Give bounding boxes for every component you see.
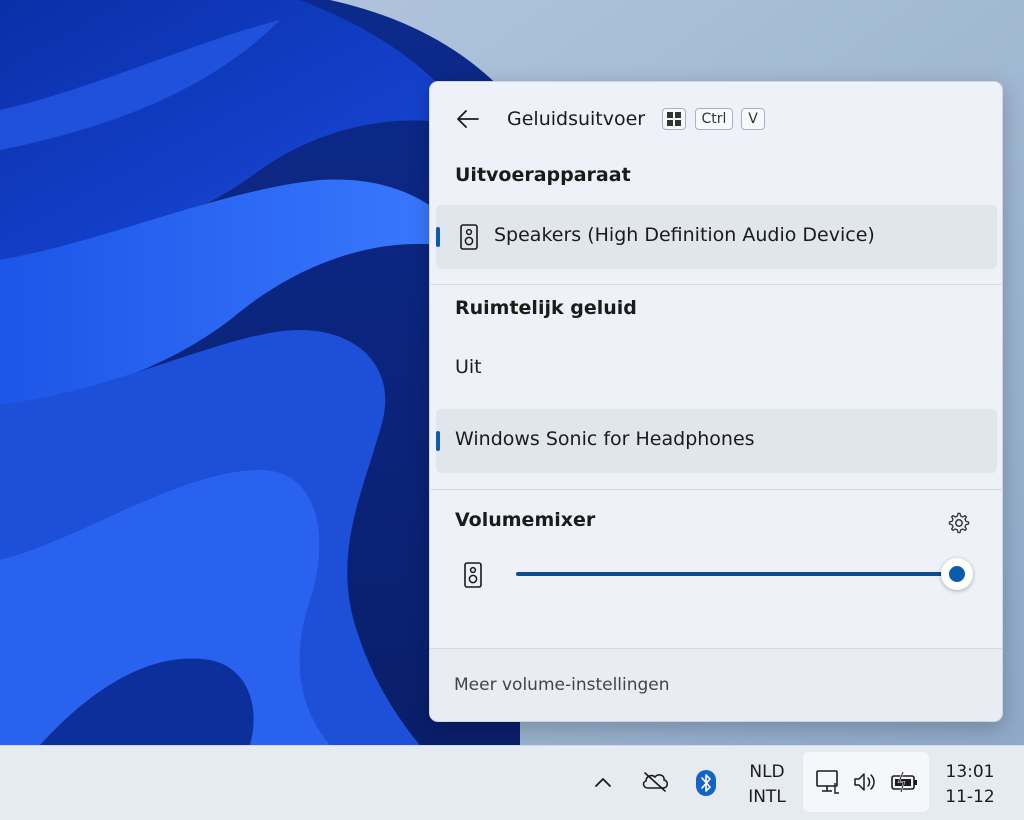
volume-slider-track[interactable]	[516, 572, 958, 576]
keyboard-layout: INTL	[748, 787, 786, 807]
option-label: Windows Sonic for Headphones	[455, 428, 755, 450]
divider	[430, 489, 1002, 490]
v-key: V	[741, 108, 765, 130]
flyout-footer: Meer volume-instellingen	[430, 648, 1002, 721]
mixer-settings-button[interactable]	[946, 510, 972, 536]
spatial-option-off[interactable]: Uit	[436, 337, 997, 401]
gear-icon	[948, 512, 970, 534]
device-item-speakers[interactable]: Speakers (High Definition Audio Device)	[436, 205, 997, 269]
option-label: Uit	[455, 356, 482, 378]
clock[interactable]: 13:01 11-12	[938, 760, 1002, 810]
back-arrow-icon	[457, 110, 479, 128]
network-icon	[816, 770, 839, 794]
sound-output-flyout: Geluidsuitvoer Ctrl V Uitvoerapparaat Sp…	[429, 81, 1003, 722]
device-label: Speakers (High Definition Audio Device)	[494, 224, 875, 246]
divider	[430, 284, 1002, 285]
taskbar: NLD INTL 13:01 11-12	[0, 745, 1024, 820]
more-volume-settings-link[interactable]: Meer volume-instellingen	[454, 675, 670, 695]
quick-settings-button[interactable]	[803, 752, 929, 812]
volume-slider-thumb[interactable]	[941, 558, 973, 590]
chevron-up-icon[interactable]	[594, 776, 612, 788]
volume-mixer-heading: Volumemixer	[455, 509, 596, 531]
windows-key-icon	[667, 112, 681, 126]
volume-icon	[854, 773, 875, 791]
spatial-sound-heading: Ruimtelijk geluid	[455, 297, 637, 319]
battery-charging-icon	[891, 771, 917, 793]
spatial-option-windows-sonic[interactable]: Windows Sonic for Headphones	[436, 409, 997, 473]
selection-indicator	[436, 431, 440, 451]
back-button[interactable]	[454, 106, 482, 132]
flyout-header: Geluidsuitvoer Ctrl V	[430, 102, 1002, 136]
bluetooth-icon[interactable]	[696, 770, 716, 796]
windows-key	[662, 108, 686, 130]
speaker-icon	[460, 224, 478, 250]
selection-indicator	[436, 227, 440, 247]
input-language-indicator[interactable]: NLD INTL	[745, 760, 789, 810]
clock-time: 13:01	[945, 762, 995, 782]
output-device-heading: Uitvoerapparaat	[455, 164, 631, 186]
onedrive-offline-icon[interactable]	[640, 770, 670, 792]
flyout-title: Geluidsuitvoer	[507, 108, 646, 130]
ctrl-key: Ctrl	[695, 108, 733, 130]
speaker-icon	[464, 562, 482, 588]
language-code: NLD	[749, 762, 785, 782]
clock-date: 11-12	[945, 787, 995, 807]
